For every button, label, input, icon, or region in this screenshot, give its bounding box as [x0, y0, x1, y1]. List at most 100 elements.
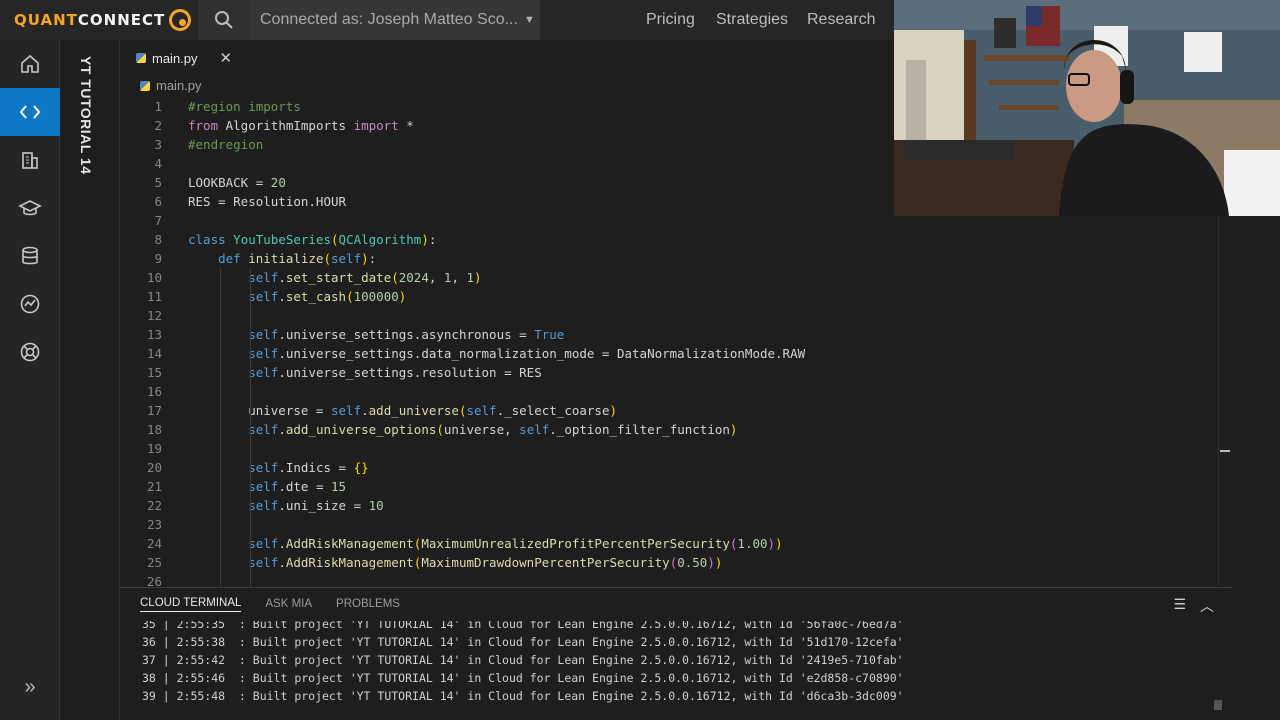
- line-number: 11: [146, 289, 162, 304]
- code-line: 26: [120, 572, 1220, 587]
- python-file-icon: [136, 53, 146, 63]
- logo-mark-icon: [169, 9, 192, 31]
- code-line: 12: [120, 306, 1220, 325]
- code-line: 15 self.universe_settings.resolution = R…: [120, 363, 1220, 382]
- code-line: 11 self.set_cash(100000): [120, 287, 1220, 306]
- code-line: 9 def initialize(self):: [120, 249, 1220, 268]
- quantconnect-logo[interactable]: QUANTCONNECT: [14, 8, 192, 32]
- terminal-line: 38 | 2:55:46 : Built project 'YT TUTORIA…: [142, 671, 904, 685]
- rail-support[interactable]: [0, 328, 60, 376]
- building-icon: [22, 152, 38, 169]
- code-line: 16: [120, 382, 1220, 401]
- line-number: 17: [146, 403, 162, 418]
- tab-ask-mia[interactable]: ASK MIA: [265, 598, 312, 612]
- code-text: from AlgorithmImports import *: [188, 118, 414, 133]
- code-line: 8 class YouTubeSeries(QCAlgorithm):: [120, 230, 1220, 249]
- webcam-overlay: [894, 0, 1280, 216]
- line-number: 21: [146, 479, 162, 494]
- code-text: #endregion: [188, 137, 264, 152]
- graduation-cap-icon: [18, 200, 42, 216]
- chart-circle-icon: [20, 294, 40, 314]
- rail-datasets[interactable]: [0, 232, 60, 280]
- tab-cloud-terminal[interactable]: CLOUD TERMINAL: [140, 597, 242, 612]
- terminal-line: 39 | 2:55:48 : Built project 'YT TUTORIA…: [142, 689, 904, 703]
- scrollbar-marker: [1220, 450, 1230, 452]
- code-text: class YouTubeSeries(QCAlgorithm):: [188, 232, 437, 247]
- code-line: 13 self.universe_settings.asynchronous =…: [120, 325, 1220, 344]
- breadcrumb[interactable]: main.py: [140, 78, 202, 93]
- line-number: 1: [154, 99, 162, 114]
- line-number: 16: [146, 384, 162, 399]
- indent-guide: [250, 268, 251, 587]
- line-number: 20: [146, 460, 162, 475]
- tab-main-py[interactable]: main.py ✕: [136, 40, 232, 76]
- indent-guide: [220, 268, 221, 587]
- line-number: 6: [154, 194, 162, 209]
- line-number: 10: [146, 270, 162, 285]
- code-line: 20 self.Indics = {}: [120, 458, 1220, 477]
- line-number: 12: [146, 308, 162, 323]
- right-gutter: [1232, 216, 1280, 720]
- nav-pricing[interactable]: Pricing: [646, 0, 695, 40]
- chevron-up-icon[interactable]: ︿: [1200, 596, 1214, 616]
- code-text: RES = Resolution.HOUR: [188, 194, 347, 209]
- code-text: self.universe_settings.resolution = RES: [248, 365, 542, 380]
- code-line: 23: [120, 515, 1220, 534]
- code-text: self.AddRiskManagement(MaximumUnrealized…: [248, 536, 783, 551]
- rail-learning[interactable]: [0, 184, 60, 232]
- code-line: 17 universe = self.add_universe(self._se…: [120, 401, 1220, 420]
- code-text: self.AddRiskManagement(MaximumDrawdownPe…: [248, 555, 723, 570]
- line-number: 26: [146, 574, 162, 587]
- code-text: universe = self.add_universe(self._selec…: [188, 403, 618, 418]
- line-number: 23: [146, 517, 162, 532]
- line-number: 2: [154, 118, 162, 133]
- terminal-scrollbar[interactable]: [1214, 700, 1222, 710]
- webcam-image: [894, 0, 1280, 216]
- terminal-output[interactable]: 35 | 2:55:35 : Built project 'YT TUTORIA…: [120, 621, 1232, 720]
- project-title[interactable]: YT TUTORIAL 14: [78, 56, 94, 175]
- code-text: self.universe_settings.data_normalizatio…: [248, 346, 806, 361]
- line-number: 3: [154, 137, 162, 152]
- chevron-down-icon: ▼: [523, 14, 535, 26]
- code-text: self.add_universe_options(universe, self…: [248, 422, 738, 437]
- nav-research[interactable]: Research: [807, 0, 875, 40]
- editor-scrollbar[interactable]: [1218, 216, 1232, 586]
- code-text: self.uni_size = 10: [248, 498, 384, 513]
- line-number: 4: [154, 156, 162, 171]
- nav-strategies[interactable]: Strategies: [716, 0, 788, 40]
- menu-icon[interactable]: ☰: [1173, 596, 1186, 616]
- code-text: #region imports: [188, 99, 301, 114]
- rail-code[interactable]: [0, 88, 60, 136]
- code-line: 25 self.AddRiskManagement(MaximumDrawdow…: [120, 553, 1220, 572]
- rail-home[interactable]: [0, 40, 60, 88]
- line-number: 8: [154, 232, 162, 247]
- line-number: 22: [146, 498, 162, 513]
- tab-problems[interactable]: PROBLEMS: [336, 598, 400, 612]
- breadcrumb-file: main.py: [156, 78, 202, 93]
- line-number: 9: [154, 251, 162, 266]
- search-icon: [215, 11, 233, 29]
- python-file-icon: [140, 80, 150, 91]
- close-icon[interactable]: ✕: [220, 49, 233, 67]
- code-text: def initialize(self):: [218, 251, 377, 266]
- code-text: self.universe_settings.asynchronous = Tr…: [248, 327, 565, 342]
- home-icon: [21, 54, 39, 73]
- code-icon: [19, 105, 41, 119]
- lifebuoy-icon: [20, 342, 40, 362]
- rail-organization[interactable]: [0, 136, 60, 184]
- line-number: 13: [146, 327, 162, 342]
- account-dropdown[interactable]: Connected as: Joseph Matteo Sco... ▼: [250, 0, 540, 40]
- expand-sidebar-icon[interactable]: »: [0, 672, 60, 702]
- terminal-line: 36 | 2:55:38 : Built project 'YT TUTORIA…: [142, 635, 904, 649]
- code-line: 24 self.AddRiskManagement(MaximumUnreali…: [120, 534, 1220, 553]
- code-line: 19: [120, 439, 1220, 458]
- line-number: 7: [154, 213, 162, 228]
- logo-text: QUANTCONNECT: [14, 11, 166, 29]
- rail-live-trading[interactable]: [0, 280, 60, 328]
- code-text: self.set_start_date(2024, 1, 1): [248, 270, 482, 285]
- code-line: 21 self.dte = 15: [120, 477, 1220, 496]
- search-button[interactable]: [198, 0, 250, 40]
- code-line: 18 self.add_universe_options(universe, s…: [120, 420, 1220, 439]
- project-panel: YT TUTORIAL 14: [60, 40, 120, 720]
- code-line: 22 self.uni_size = 10: [120, 496, 1220, 515]
